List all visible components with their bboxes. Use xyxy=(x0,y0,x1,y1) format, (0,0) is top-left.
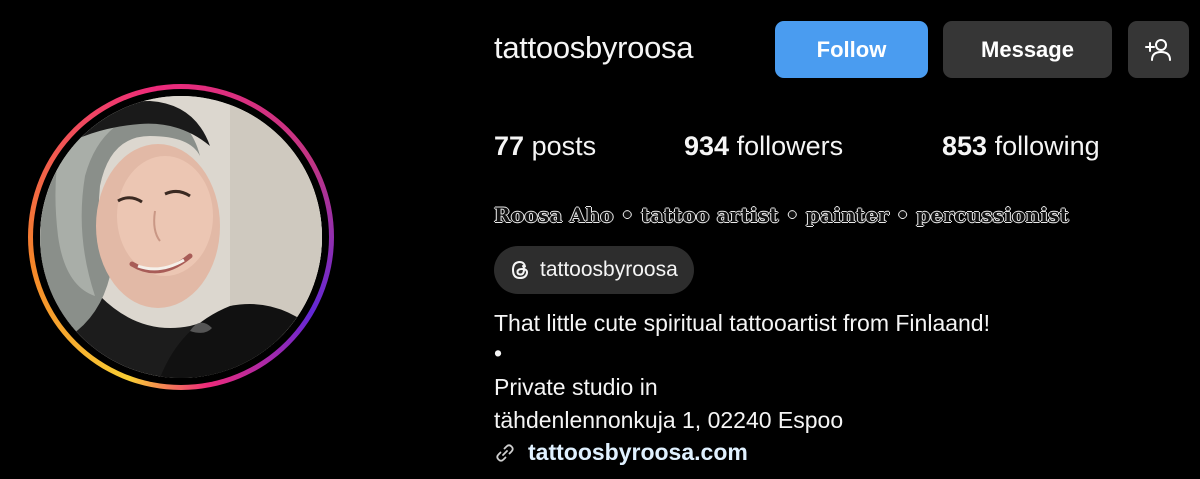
website-link-text[interactable]: tattoosbyroosa.com xyxy=(528,439,748,466)
followers-link[interactable]: 934 followers xyxy=(684,131,843,162)
profile-full-name: Roosa Aho • tattoo artist • painter • pe… xyxy=(494,203,1069,227)
posts-label: posts xyxy=(531,131,597,161)
website-link[interactable]: tattoosbyroosa.com xyxy=(494,439,748,466)
message-button[interactable]: Message xyxy=(943,21,1112,78)
following-label: following xyxy=(994,131,1100,161)
avatar[interactable] xyxy=(40,96,322,378)
follow-button[interactable]: Follow xyxy=(775,21,928,78)
posts-count-value: 77 xyxy=(494,131,525,161)
add-user-button[interactable] xyxy=(1128,21,1189,78)
followers-count-value: 934 xyxy=(684,131,730,161)
posts-count: 77 posts xyxy=(494,131,596,162)
threads-handle: tattoosbyroosa xyxy=(540,258,678,281)
threads-badge[interactable]: tattoosbyroosa xyxy=(494,246,694,294)
profile-username: tattoosbyroosa xyxy=(494,30,694,65)
following-link[interactable]: 853 following xyxy=(942,131,1100,162)
person-plus-icon xyxy=(1144,38,1171,61)
followers-label: followers xyxy=(736,131,844,161)
profile-photo xyxy=(40,96,322,378)
bio-text-line-1: That little cute spiritual tattooartist … xyxy=(494,310,990,336)
threads-icon xyxy=(511,260,529,280)
following-count-value: 853 xyxy=(942,131,988,161)
bio-text-line-3: Private studio in xyxy=(494,374,658,400)
bio-text-line-2: • xyxy=(494,340,503,366)
bio-text-line-4: tähdenlennonkuja 1, 02240 Espoo xyxy=(494,407,844,433)
profile-avatar-ring[interactable] xyxy=(28,84,334,390)
link-icon xyxy=(496,443,514,462)
